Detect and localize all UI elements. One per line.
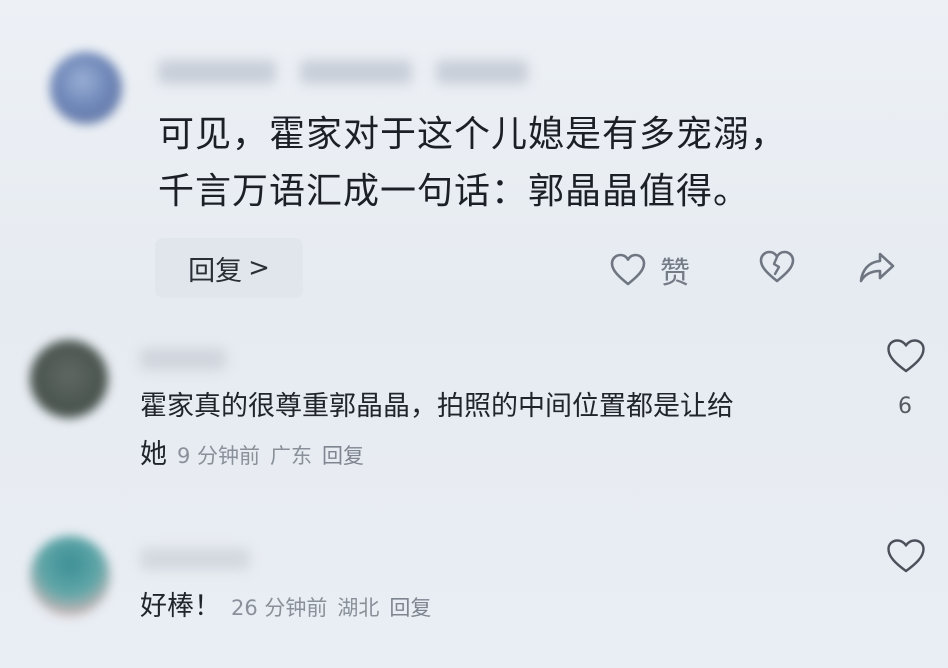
blurred-username <box>140 348 226 370</box>
timestamp: 9 分钟前 <box>177 444 261 468</box>
reply-text-line: 她 9 分钟前 广东 回复 <box>140 434 374 477</box>
like-count: 6 <box>898 394 912 419</box>
reply-meta: 9 分钟前 广东 回复 <box>177 444 374 468</box>
heart-outline-icon <box>610 253 646 286</box>
reply-button[interactable]: 回复 > <box>155 238 303 298</box>
location: 广东 <box>270 444 313 468</box>
reply-text-tail: 她 <box>140 439 167 470</box>
comment-text-line: 千言万语汇成一句话：郭晶晶值得。 <box>158 171 751 212</box>
reply-text-line: 好棒！ 26 分钟前 湖北 回复 <box>140 586 441 629</box>
reply-link[interactable]: 回复 <box>322 444 364 468</box>
share-button[interactable] <box>858 250 896 284</box>
reply-text: 好棒！ <box>140 591 221 622</box>
chevron-right-icon: > <box>248 253 270 283</box>
share-arrow-icon <box>859 252 895 283</box>
top-comment: 可见，霍家对于这个儿媳是有多宠溺， 千言万语汇成一句话：郭晶晶值得。 回复 > … <box>0 0 948 310</box>
blurred-username <box>140 548 250 570</box>
avatar[interactable] <box>30 340 108 418</box>
like-button[interactable] <box>886 538 926 578</box>
like-button[interactable] <box>886 338 926 378</box>
blurred-username <box>300 60 412 84</box>
timestamp: 26 分钟前 <box>231 596 328 620</box>
broken-heart-icon <box>759 250 795 283</box>
dislike-button[interactable] <box>758 250 796 284</box>
reply-link[interactable]: 回复 <box>389 596 431 620</box>
location: 湖北 <box>337 596 380 620</box>
like-label: 赞 <box>660 256 690 291</box>
avatar[interactable] <box>50 52 122 124</box>
heart-outline-icon <box>887 539 925 573</box>
comment-text: 可见，霍家对于这个儿媳是有多宠溺， 千言万语汇成一句话：郭晶晶值得。 <box>158 106 918 220</box>
reply-button-label: 回复 <box>188 255 243 287</box>
reply-text-line: 霍家真的很尊重郭晶晶，拍照的中间位置都是让给 <box>140 391 734 422</box>
blurred-username <box>436 60 528 84</box>
blurred-username <box>158 60 276 84</box>
reply-meta: 26 分钟前 湖北 回复 <box>231 596 441 620</box>
comment-text-line: 可见，霍家对于这个儿媳是有多宠溺， <box>158 114 788 155</box>
heart-outline-icon <box>887 339 925 373</box>
avatar[interactable] <box>30 536 110 616</box>
like-button[interactable]: 赞 <box>610 248 690 292</box>
comment-section: 可见，霍家对于这个儿媳是有多宠溺， 千言万语汇成一句话：郭晶晶值得。 回复 > … <box>0 0 948 668</box>
